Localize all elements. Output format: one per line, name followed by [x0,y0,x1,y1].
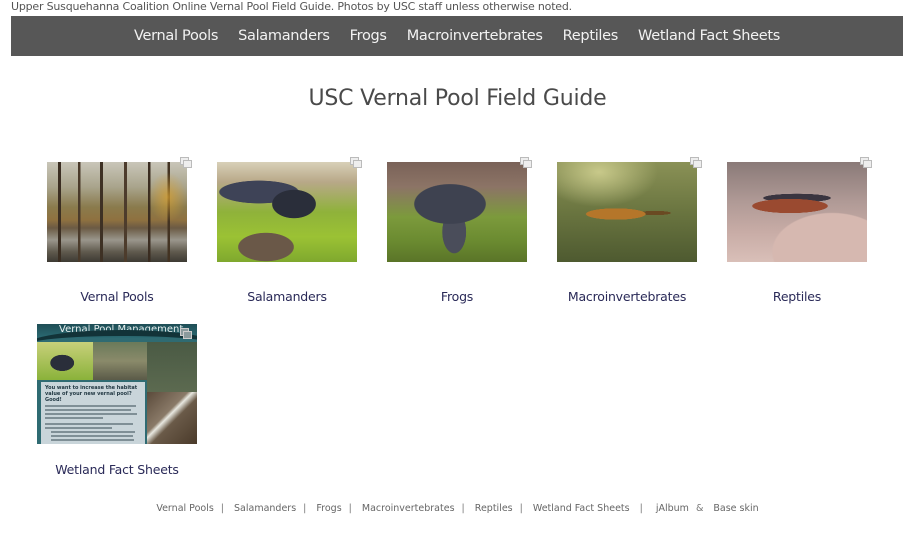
page-title: USC Vernal Pool Field Guide [308,86,607,111]
album-stack-icon [180,157,194,169]
album-thumbnail-image[interactable] [217,162,357,262]
nav-frogs[interactable]: Frogs [350,28,387,44]
album-thumbnail-image[interactable] [727,162,867,262]
album-thumbnail-image[interactable] [387,162,527,262]
nav-macroinvertebrates[interactable]: Macroinvertebrates [407,28,543,44]
footer-separator: | [220,503,224,514]
album-label[interactable]: Frogs [372,289,542,304]
top-navigation: Vernal Pools Salamanders Frogs Macroinve… [11,16,903,56]
album-label[interactable]: Wetland Fact Sheets [32,462,202,477]
footer-link-salamanders[interactable]: Salamanders [234,503,296,514]
footer-link-macroinvertebrates[interactable]: Macroinvertebrates [362,503,455,514]
album-stack-icon [350,157,364,169]
album-stack-icon [860,157,874,169]
sheet-body-text: You want to increase the habitat value o… [41,382,145,444]
footer-separator: | [519,503,523,514]
footer-links: Vernal Pools | Salamanders | Frogs | Macroi… [0,503,915,514]
footer-separator: | [348,503,352,514]
footer-separator: | [303,503,307,514]
footer-credit-joiner: & [695,503,704,514]
footer-separator: | [639,503,643,514]
sheet-photo-salamander [37,342,93,380]
footer-link-base-skin[interactable]: Base skin [713,503,758,514]
sheet-photo-woody-debris [147,392,197,444]
album-thumbnail-image[interactable]: Vernal Pool Management You want to incre… [37,324,197,444]
footer-link-reptiles[interactable]: Reptiles [475,503,513,514]
sheet-photo-water [147,342,197,392]
album-label[interactable]: Macroinvertebrates [542,289,712,304]
nav-wetland-fact-sheets[interactable]: Wetland Fact Sheets [638,28,780,44]
album-stack-icon [180,328,194,340]
nav-salamanders[interactable]: Salamanders [238,28,330,44]
footer-link-frogs[interactable]: Frogs [316,503,341,514]
album-thumbnail-image[interactable] [47,162,187,262]
sheet-heading: You want to increase the habitat value o… [45,385,138,403]
album-stack-icon [520,157,534,169]
footer-separator: | [461,503,465,514]
page-caption: Upper Susquehanna Coalition Online Verna… [11,0,572,13]
album-label[interactable]: Reptiles [712,289,882,304]
footer-link-wetland-fact-sheets[interactable]: Wetland Fact Sheets [533,503,630,514]
nav-vernal-pools[interactable]: Vernal Pools [134,28,218,44]
footer-link-vernal-pools[interactable]: Vernal Pools [156,503,213,514]
sheet-photo-pool [93,342,147,380]
album-thumbnail-image[interactable] [557,162,697,262]
album-label[interactable]: Salamanders [202,289,372,304]
nav-reptiles[interactable]: Reptiles [563,28,619,44]
album-stack-icon [690,157,704,169]
footer-link-jalbum[interactable]: jAlbum [656,503,689,514]
album-label[interactable]: Vernal Pools [32,289,202,304]
